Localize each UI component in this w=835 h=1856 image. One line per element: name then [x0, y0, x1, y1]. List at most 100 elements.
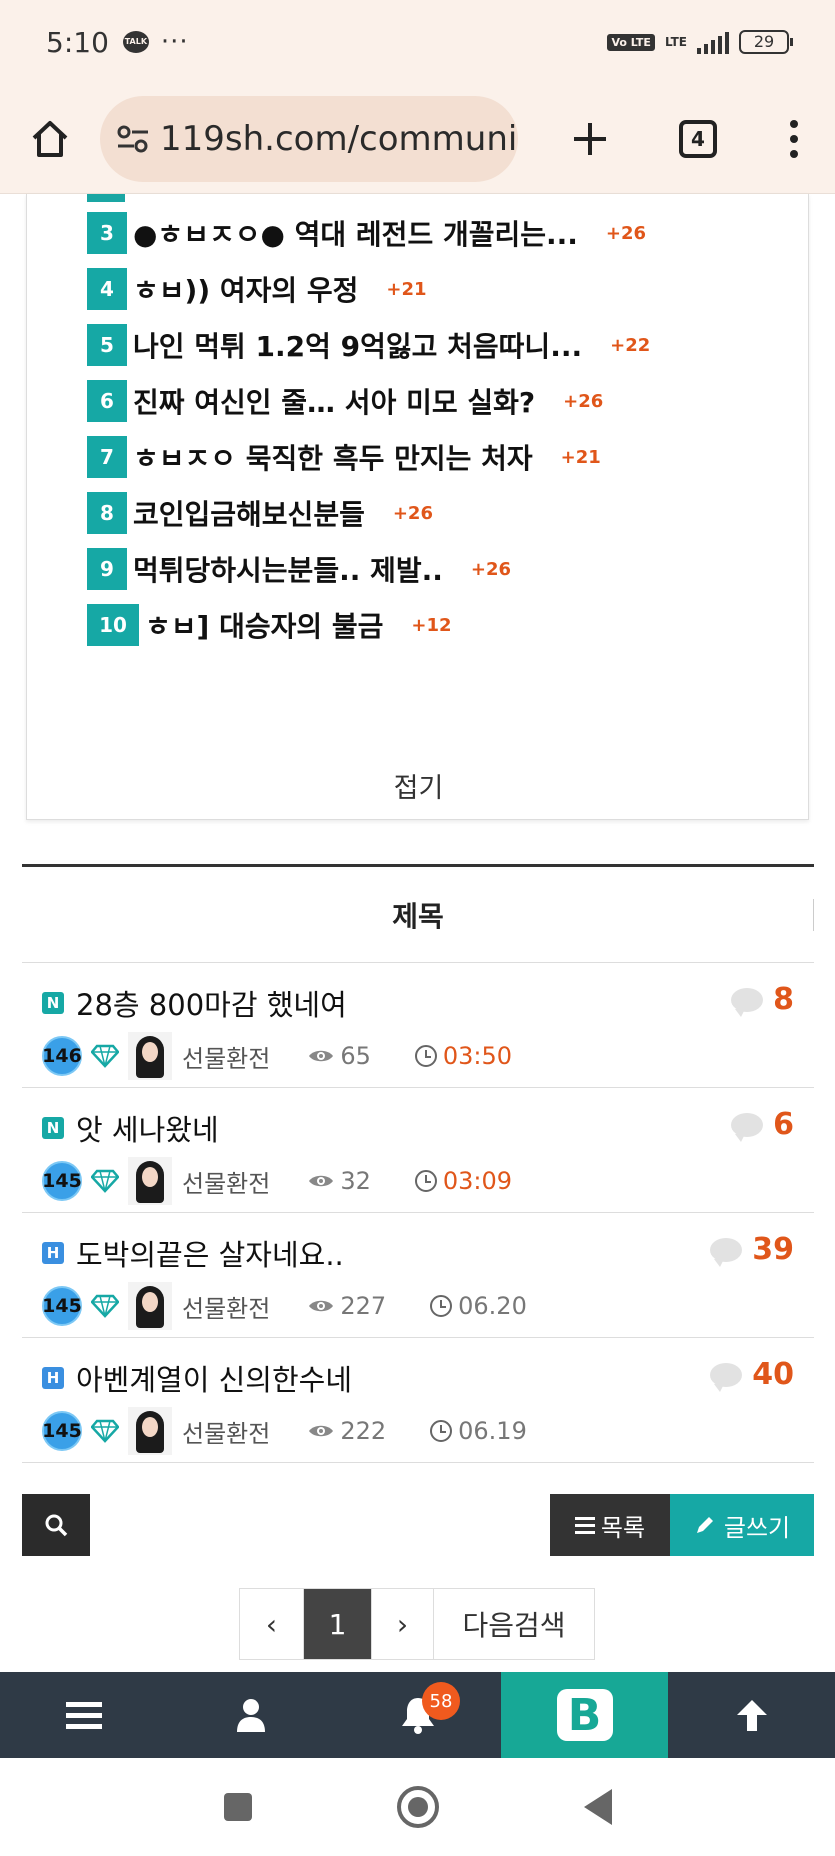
avatar[interactable]	[128, 1157, 172, 1205]
clock-icon	[430, 1420, 453, 1442]
rank-number: 9	[87, 548, 127, 590]
post-row[interactable]: H 아벤계열이 신의한수네 40 145 선물환전 222 06.19	[22, 1339, 814, 1463]
author-name[interactable]: 선물환전	[182, 1164, 270, 1199]
home-nav-button[interactable]	[328, 1786, 508, 1828]
comment-number: 6	[773, 1107, 794, 1142]
rank-number: 8	[87, 492, 127, 534]
menu-button[interactable]	[0, 1672, 167, 1758]
kakaotalk-icon: TALK	[122, 31, 149, 53]
user-button[interactable]	[167, 1672, 334, 1758]
popular-item[interactable]: 8 코인입금해보신분들 +26	[87, 492, 433, 534]
post-type-badge: H	[42, 1242, 64, 1264]
post-meta: 145 선물환전 227 06.20	[42, 1282, 527, 1330]
rank-score: +26	[392, 502, 433, 524]
author-name[interactable]: 선물환전	[182, 1289, 270, 1324]
post-type-badge: H	[42, 1367, 64, 1389]
rank-title[interactable]: ㅎㅂ] 대승자의 불금	[145, 605, 383, 645]
rank-title[interactable]: 진짜 여신인 줄… 서아 미모 실화?	[133, 381, 535, 421]
avatar[interactable]	[128, 1407, 172, 1455]
post-title[interactable]: 앗 세나왔네	[76, 1107, 219, 1149]
menu-icon	[65, 1702, 102, 1729]
pagination: ‹ 1 › 다음검색	[239, 1588, 595, 1660]
scroll-top-button[interactable]	[668, 1672, 835, 1758]
rank-title[interactable]: 먹튀당하시는분들.. 제발..	[133, 549, 443, 589]
post-meta: 145 선물환전 222 06.19	[42, 1407, 527, 1455]
home-button[interactable]	[0, 84, 100, 194]
tab-switcher-button[interactable]: 4	[648, 84, 748, 194]
popular-item[interactable]: 9 먹튀당하시는분들.. 제발.. +26	[87, 548, 511, 590]
current-page[interactable]: 1	[304, 1589, 372, 1659]
back-button[interactable]	[508, 1789, 688, 1825]
post-row[interactable]: N 28층 800마감 했네여 8 146 선물환전 65 03:50	[22, 964, 814, 1088]
comment-count: 40	[710, 1357, 794, 1392]
rank-title[interactable]: ㅎㅂㅈㅇ 묵직한 흑두 만지는 처자	[133, 437, 533, 477]
site-bottom-nav: 58 B	[0, 1672, 835, 1758]
post-row[interactable]: H 도박의끝은 살자네요.. 39 145 선물환전 227 06.20	[22, 1214, 814, 1338]
next-search-button[interactable]: 다음검색	[434, 1589, 594, 1659]
address-bar[interactable]: 119sh.com/community	[100, 95, 518, 182]
popular-item[interactable]: 5 나인 먹튀 1.2억 9억잃고 처음따니... +22	[87, 324, 650, 366]
write-button[interactable]: 글쓰기	[670, 1494, 814, 1556]
post-type-badge: N	[42, 992, 64, 1014]
level-badge: 145	[42, 1286, 82, 1326]
post-title[interactable]: 아벤계열이 신의한수네	[76, 1357, 352, 1399]
rank-title[interactable]: ●ㅎㅂㅈㅇ● 역대 레전드 개꼴리는...	[133, 213, 578, 253]
rank-number: 7	[87, 436, 127, 478]
avatar[interactable]	[128, 1032, 172, 1080]
prev-page-button[interactable]: ‹	[240, 1589, 304, 1659]
comment-number: 8	[773, 982, 794, 1017]
post-title[interactable]: 28층 800마감 했네여	[76, 982, 347, 1024]
rank-score: +21	[386, 278, 427, 300]
rank-badge-partial	[87, 194, 125, 202]
popular-item[interactable]: 3 ●ㅎㅂㅈㅇ● 역대 레전드 개꼴리는... +26	[87, 212, 646, 254]
url-text: 119sh.com/community	[160, 118, 518, 159]
level-badge: 145	[42, 1161, 82, 1201]
site-logo: B	[556, 1689, 613, 1741]
rank-title[interactable]: 나인 먹튀 1.2억 9억잃고 처음따니...	[133, 325, 582, 365]
post-row[interactable]: N 앗 세나왔네 6 145 선물환전 32 03:09	[22, 1089, 814, 1213]
rank-score: +12	[411, 614, 452, 636]
site-logo-button[interactable]: B	[501, 1672, 668, 1758]
comment-count: 8	[731, 982, 794, 1017]
recents-button[interactable]	[148, 1793, 328, 1821]
notification-button[interactable]: 58	[334, 1672, 501, 1758]
author-name[interactable]: 선물환전	[182, 1039, 270, 1074]
diamond-icon	[90, 1166, 120, 1196]
diamond-icon	[90, 1041, 120, 1071]
tab-count: 4	[679, 119, 717, 158]
post-meta: 145 선물환전 32 03:09	[42, 1157, 512, 1205]
comment-count: 39	[710, 1232, 794, 1267]
column-header-title: 제목	[22, 867, 814, 963]
rank-score: +26	[563, 390, 604, 412]
status-time: 5:10	[46, 25, 109, 59]
popular-item[interactable]: 7 ㅎㅂㅈㅇ 묵직한 흑두 만지는 처자 +21	[87, 436, 601, 478]
browser-menu-button[interactable]	[754, 84, 834, 194]
popular-item[interactable]: 4 ㅎㅂ)) 여자의 우정 +21	[87, 268, 427, 310]
author-name[interactable]: 선물환전	[182, 1414, 270, 1449]
diamond-icon	[90, 1291, 120, 1321]
eye-icon	[308, 1423, 334, 1439]
avatar[interactable]	[128, 1282, 172, 1330]
list-button[interactable]: 목록	[550, 1494, 670, 1556]
site-settings-icon[interactable]	[116, 119, 150, 159]
next-page-button[interactable]: ›	[372, 1589, 434, 1659]
popular-item[interactable]: 6 진짜 여신인 줄… 서아 미모 실화? +26	[87, 380, 603, 422]
post-title[interactable]: 도박의끝은 살자네요..	[76, 1232, 344, 1274]
search-button[interactable]	[22, 1494, 90, 1556]
clock-icon	[414, 1045, 437, 1067]
new-tab-button[interactable]	[540, 84, 640, 194]
battery-icon: 29	[739, 30, 793, 54]
notification-badge: 58	[422, 1682, 460, 1720]
eye-icon	[308, 1048, 334, 1064]
popular-item[interactable]: 10 ㅎㅂ] 대승자의 불금 +12	[87, 604, 452, 646]
browser-toolbar: 119sh.com/community 4	[0, 84, 835, 194]
rank-title[interactable]: 코인입금해보신분들	[133, 493, 365, 533]
rank-title[interactable]: ㅎㅂ)) 여자의 우정	[133, 269, 358, 309]
post-title-line: N 앗 세나왔네	[42, 1107, 219, 1149]
level-badge: 146	[42, 1036, 82, 1076]
fold-button[interactable]: 접기	[27, 766, 810, 805]
status-bar: 5:10 TALK ··· Vo LTE LTE 29	[0, 0, 835, 84]
plus-icon	[574, 122, 606, 155]
network-type: LTE	[664, 35, 687, 49]
view-count: 227	[340, 1292, 387, 1320]
